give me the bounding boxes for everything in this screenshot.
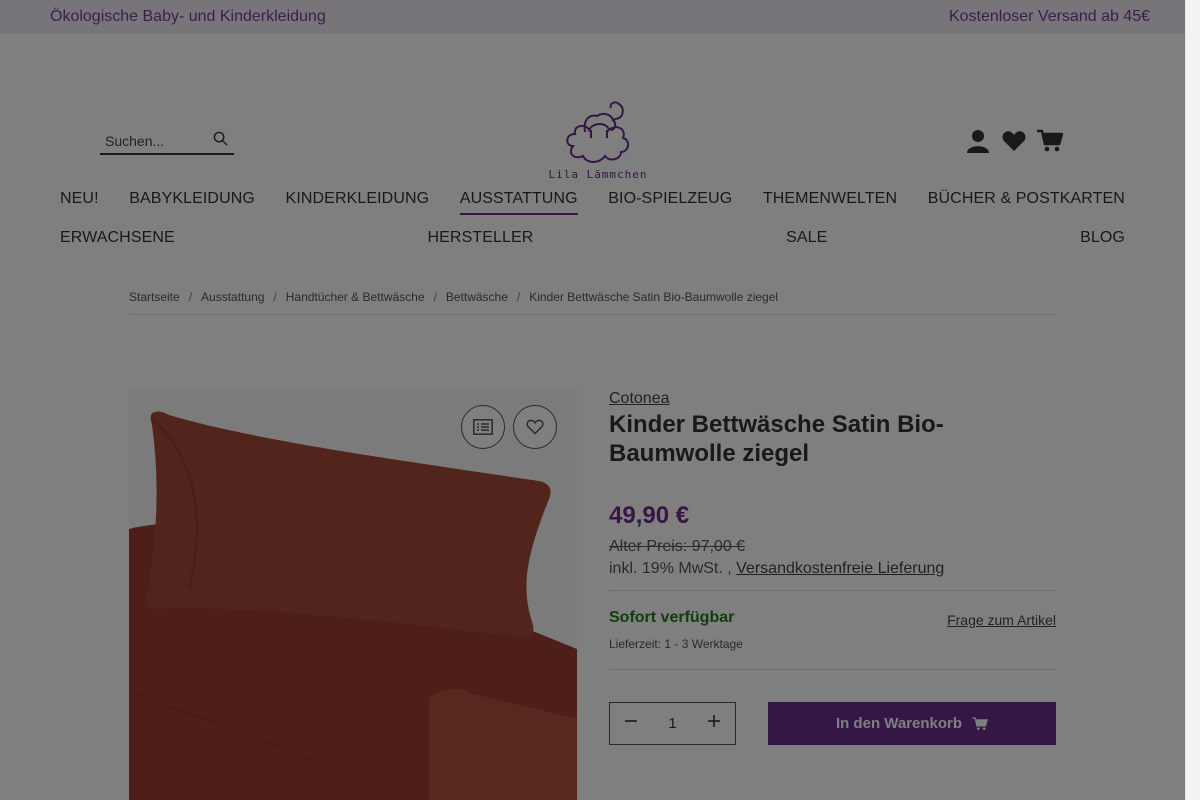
scrollbar[interactable] <box>1185 0 1200 800</box>
modal-backdrop-overlay[interactable] <box>0 0 1200 800</box>
